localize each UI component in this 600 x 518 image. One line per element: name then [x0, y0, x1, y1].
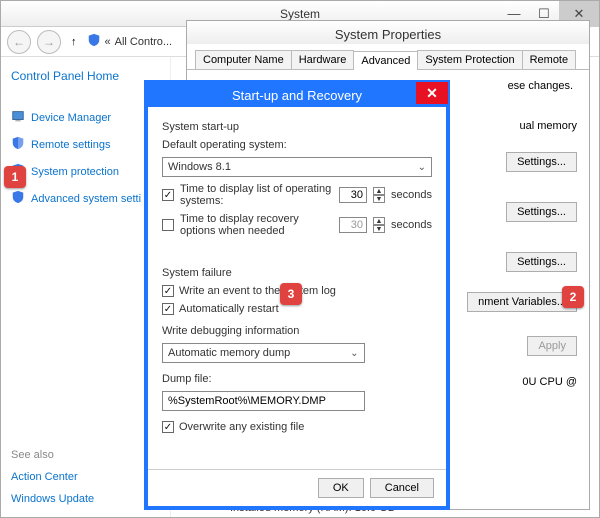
time-list-field[interactable] — [339, 187, 367, 203]
tab-advanced[interactable]: Advanced — [353, 51, 418, 70]
sidebar-item-device-manager[interactable]: Device Manager — [11, 109, 160, 126]
see-also-label: See also — [11, 449, 160, 461]
tab-computer-name[interactable]: Computer Name — [195, 50, 292, 69]
system-properties-title: System Properties — [187, 21, 589, 44]
time-recovery-field — [339, 217, 367, 233]
dumpfile-field[interactable] — [162, 391, 365, 411]
sidebar-item-label: System protection — [31, 166, 119, 178]
device-icon — [11, 109, 25, 126]
system-startup-label: System start-up — [162, 121, 432, 133]
debug-info-value: Automatic memory dump — [168, 347, 290, 359]
dumpfile-label: Dump file: — [162, 373, 432, 385]
system-failure-label: System failure — [162, 267, 432, 279]
marker-1: 1 — [4, 166, 26, 188]
tab-remote[interactable]: Remote — [522, 50, 577, 69]
forward-button[interactable]: → — [37, 30, 61, 54]
chevron-down-icon: ⌄ — [350, 348, 358, 359]
time-list-label: Time to display list of operating system… — [180, 183, 333, 207]
overwrite-checkbox[interactable]: ✓Overwrite any existing file — [162, 421, 432, 433]
write-debug-label: Write debugging information — [162, 325, 432, 337]
environment-variables-button[interactable]: nment Variables... — [467, 292, 577, 312]
see-also-action-center[interactable]: Action Center — [11, 471, 160, 483]
ok-button[interactable]: OK — [318, 478, 364, 498]
marker-3: 3 — [280, 283, 302, 305]
overwrite-label: Overwrite any existing file — [179, 421, 304, 433]
control-panel-home-link[interactable]: Control Panel Home — [11, 69, 160, 83]
up-button[interactable]: ↑ — [67, 36, 81, 48]
debug-info-dropdown[interactable]: Automatic memory dump ⌄ — [162, 343, 365, 363]
see-also-windows-update[interactable]: Windows Update — [11, 493, 160, 505]
default-os-label: Default operating system: — [162, 139, 432, 151]
write-event-label: Write an event to the system log — [179, 285, 336, 297]
seconds-label: seconds — [391, 189, 432, 201]
chevron-down-icon: ⌄ — [418, 162, 426, 173]
tab-hardware[interactable]: Hardware — [291, 50, 355, 69]
auto-restart-label: Automatically restart — [179, 303, 279, 315]
time-display-list-checkbox[interactable]: ✓ — [162, 189, 174, 201]
settings-button-startup-recovery[interactable]: Settings... — [506, 252, 577, 272]
sysprops-tabs: Computer Name Hardware Advanced System P… — [187, 44, 589, 70]
back-button[interactable]: ← — [7, 30, 31, 54]
seconds-label: seconds — [391, 219, 432, 231]
marker-2: 2 — [562, 286, 584, 308]
shield-icon — [11, 190, 25, 207]
close-icon[interactable]: ✕ — [416, 82, 448, 104]
sidebar-item-label: Remote settings — [31, 139, 110, 151]
settings-button-user-profiles[interactable]: Settings... — [506, 202, 577, 222]
time-recovery-checkbox[interactable] — [162, 219, 174, 231]
system-title: System — [280, 7, 320, 21]
sidebar-item-advanced-settings[interactable]: Advanced system setti — [11, 190, 160, 207]
startup-title-text: Start-up and Recovery — [232, 88, 362, 103]
shield-icon — [11, 136, 25, 153]
time-recovery-label: Time to display recovery options when ne… — [180, 213, 333, 237]
startup-title: Start-up and Recovery ✕ — [148, 84, 446, 107]
shield-icon — [87, 33, 101, 50]
breadcrumb-prefix: « — [105, 36, 111, 48]
default-os-value: Windows 8.1 — [168, 161, 231, 173]
cancel-button[interactable]: Cancel — [370, 478, 434, 498]
sidebar-item-label: Device Manager — [31, 112, 111, 124]
sidebar-item-system-protection[interactable]: System protection — [11, 163, 160, 180]
apply-button[interactable]: Apply — [527, 336, 577, 356]
time-list-spinner[interactable]: ▲▼ — [373, 187, 385, 203]
tab-system-protection[interactable]: System Protection — [417, 50, 522, 69]
sidebar-item-label: Advanced system setti — [31, 193, 141, 205]
breadcrumb-text: All Contro... — [115, 36, 172, 48]
settings-button-performance[interactable]: Settings... — [506, 152, 577, 172]
sidebar-item-remote-settings[interactable]: Remote settings — [11, 136, 160, 153]
breadcrumb[interactable]: « All Contro... — [87, 33, 173, 50]
default-os-dropdown[interactable]: Windows 8.1 ⌄ — [162, 157, 432, 177]
time-recovery-spinner: ▲▼ — [373, 217, 385, 233]
